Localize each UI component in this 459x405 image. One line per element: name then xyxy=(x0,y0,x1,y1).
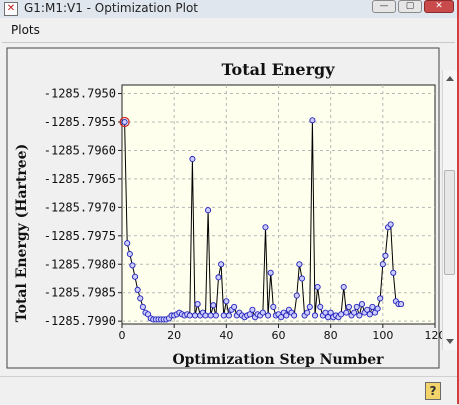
help-icon[interactable]: ? xyxy=(425,382,441,400)
data-point[interactable] xyxy=(121,118,128,126)
data-point[interactable] xyxy=(358,301,366,308)
data-point[interactable] xyxy=(189,155,196,163)
data-point[interactable] xyxy=(210,302,217,309)
data-point[interactable] xyxy=(205,207,212,214)
data-point[interactable] xyxy=(338,311,345,318)
y-tick-label: -1285.7975 xyxy=(44,229,116,243)
x-tick-label: 20 xyxy=(167,329,181,342)
data-point[interactable] xyxy=(212,312,219,319)
data-point[interactable] xyxy=(225,312,232,319)
data-point[interactable] xyxy=(314,283,321,291)
data-point[interactable] xyxy=(374,305,381,312)
data-point[interactable] xyxy=(262,224,269,231)
x-tick-label: 100 xyxy=(372,329,393,342)
data-point[interactable] xyxy=(223,298,230,305)
data-point[interactable] xyxy=(270,303,277,310)
data-point[interactable] xyxy=(304,309,311,316)
data-point[interactable] xyxy=(194,301,201,308)
data-point[interactable] xyxy=(207,312,214,319)
data-point[interactable] xyxy=(129,262,136,269)
data-point[interactable] xyxy=(134,286,141,293)
data-point[interactable] xyxy=(369,303,376,310)
y-tick-label: -1285.7980 xyxy=(44,257,116,271)
data-point[interactable] xyxy=(398,301,405,308)
plot-area xyxy=(121,84,436,325)
data-point[interactable] xyxy=(366,311,373,318)
data-point[interactable] xyxy=(390,269,397,276)
y-tick-label: -1285.7955 xyxy=(44,115,116,129)
data-point[interactable] xyxy=(340,283,347,291)
data-point[interactable] xyxy=(306,303,313,310)
data-point[interactable] xyxy=(309,117,316,124)
x-tick-label: 120 xyxy=(425,329,443,342)
data-point[interactable] xyxy=(220,312,227,319)
status-bar: ? xyxy=(0,376,457,405)
x-tick-label: 60 xyxy=(272,329,286,342)
data-point[interactable] xyxy=(356,312,363,319)
data-point[interactable] xyxy=(231,303,238,310)
data-point[interactable] xyxy=(186,312,193,319)
scroll-up-arrow-icon[interactable] xyxy=(446,76,454,81)
y-tick-label: -1285.7970 xyxy=(44,200,116,214)
x-tick-label: 40 xyxy=(219,329,233,342)
plot-panel: Total Energy Total Energy (Hartree) Opti… xyxy=(2,42,455,373)
data-point[interactable] xyxy=(126,250,133,258)
data-point[interactable] xyxy=(382,252,389,259)
data-point[interactable] xyxy=(298,275,306,282)
vertical-scrollbar[interactable] xyxy=(442,70,457,350)
data-point[interactable] xyxy=(296,261,303,268)
data-point[interactable] xyxy=(379,261,386,268)
data-point[interactable] xyxy=(311,312,319,319)
close-button[interactable]: ✕ xyxy=(424,0,454,13)
data-point[interactable] xyxy=(191,312,199,319)
data-point[interactable] xyxy=(343,309,350,316)
data-point[interactable] xyxy=(139,303,146,310)
scrollbar-thumb[interactable] xyxy=(444,170,455,275)
data-point[interactable] xyxy=(291,312,298,319)
title-bar[interactable]: ✕ G1:M1:V1 - Optimization Plot — ▢ ✕ xyxy=(0,0,457,18)
y-tick-label: -1285.7950 xyxy=(44,87,116,101)
x-tick-label: 0 xyxy=(119,329,126,342)
data-point[interactable] xyxy=(249,306,256,313)
data-point[interactable] xyxy=(267,269,274,276)
data-point[interactable] xyxy=(293,292,300,299)
data-point[interactable] xyxy=(377,295,384,302)
data-point[interactable] xyxy=(137,295,144,302)
menu-plots[interactable]: Plots xyxy=(11,23,40,37)
scroll-down-arrow-icon[interactable] xyxy=(446,339,454,344)
total-energy-chart: Total Energy Total Energy (Hartree) Opti… xyxy=(6,47,443,369)
y-tick-label: -1285.7965 xyxy=(44,172,116,186)
data-point[interactable] xyxy=(345,303,352,310)
data-point[interactable] xyxy=(351,309,358,316)
data-point[interactable] xyxy=(259,309,266,316)
data-point[interactable] xyxy=(202,312,209,319)
x-tick-label: 80 xyxy=(324,329,338,342)
data-point[interactable] xyxy=(353,303,360,310)
chart-title: Total Energy xyxy=(221,60,335,79)
data-point[interactable] xyxy=(265,312,272,319)
data-point[interactable] xyxy=(283,312,290,319)
data-point[interactable] xyxy=(131,273,139,280)
data-point[interactable] xyxy=(317,303,324,310)
x-axis-label: Optimization Step Number xyxy=(172,352,384,368)
minimize-button[interactable]: — xyxy=(372,0,396,13)
y-tick-label: -1285.7985 xyxy=(44,286,116,300)
optimization-plot-window: ✕ G1:M1:V1 - Optimization Plot — ▢ ✕ Plo… xyxy=(0,0,459,405)
menu-bar: Plots xyxy=(0,20,457,40)
y-tick-label: -1285.7990 xyxy=(44,314,116,328)
maximize-button[interactable]: ▢ xyxy=(398,0,422,13)
data-point[interactable] xyxy=(218,261,225,268)
data-point[interactable] xyxy=(215,274,222,281)
data-point[interactable] xyxy=(124,240,131,247)
y-tick-label: -1285.7960 xyxy=(44,143,116,157)
y-axis-label: Total Energy (Hartree) xyxy=(14,144,30,322)
app-icon[interactable]: ✕ xyxy=(4,2,18,16)
data-point[interactable] xyxy=(387,221,394,228)
window-title: G1:M1:V1 - Optimization Plot xyxy=(24,1,199,15)
